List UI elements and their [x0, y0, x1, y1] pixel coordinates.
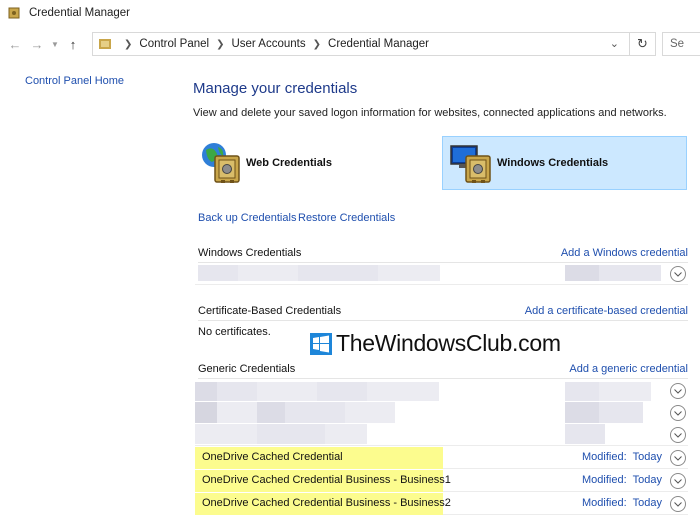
window-title: Credential Manager [29, 7, 131, 19]
windows-credentials-icon [450, 145, 491, 183]
breadcrumb-control-panel[interactable]: Control Panel [139, 38, 209, 50]
forward-arrow-icon[interactable]: → [26, 33, 48, 55]
list-item[interactable] [195, 402, 688, 424]
redacted-block [565, 402, 599, 423]
control-panel-home-link[interactable]: Control Panel Home [25, 75, 124, 87]
windows-club-logo-icon [310, 332, 332, 355]
windows-credentials-heading: Windows Credentials [198, 246, 302, 259]
control-panel-icon [99, 39, 111, 49]
web-credentials-label: Web Credentials [246, 157, 332, 169]
restore-credentials-link[interactable]: Restore Credentials [298, 212, 395, 224]
redacted-block [317, 382, 367, 401]
recent-locations-icon[interactable]: ▼ [48, 33, 62, 55]
up-arrow-icon[interactable]: ↑ [62, 33, 84, 55]
search-input[interactable]: Se [662, 32, 700, 56]
redacted-block [599, 402, 643, 423]
address-bar[interactable]: ❯ Control Panel ❯ User Accounts ❯ Creden… [92, 32, 630, 56]
add-windows-credential-link[interactable]: Add a Windows credential [561, 247, 688, 259]
list-item[interactable]: OneDrive Cached Credential Business - Bu… [195, 493, 688, 515]
expand-chevron-icon[interactable] [670, 383, 686, 399]
redacted-block [195, 382, 217, 401]
expand-chevron-icon[interactable] [670, 473, 686, 489]
redacted-block [195, 424, 257, 444]
redacted-block [257, 402, 285, 423]
generic-credentials-section-header: Generic Credentials Add a generic creden… [198, 359, 688, 379]
page-description: View and delete your saved logon informa… [193, 107, 667, 119]
redacted-block [345, 402, 395, 423]
redacted-block [565, 424, 605, 444]
expand-chevron-icon[interactable] [670, 266, 686, 282]
redacted-block [198, 265, 238, 281]
page-title: Manage your credentials [193, 80, 358, 97]
credential-name: OneDrive Cached Credential [202, 451, 343, 463]
watermark-text: TheWindowsClub.com [336, 330, 561, 356]
redacted-block [378, 265, 440, 281]
redacted-block [238, 265, 298, 281]
credential-name: OneDrive Cached Credential Business - Bu… [202, 497, 451, 509]
redacted-block [565, 382, 599, 401]
back-arrow-icon[interactable]: ← [4, 33, 26, 55]
redacted-block [367, 382, 439, 401]
search-placeholder: Se [670, 38, 685, 50]
certificate-credentials-section-header: Certificate-Based Credentials Add a cert… [198, 301, 688, 321]
redacted-block [195, 402, 217, 423]
add-certificate-credential-link[interactable]: Add a certificate-based credential [525, 305, 688, 317]
expand-chevron-icon[interactable] [670, 496, 686, 512]
web-credentials-icon [202, 143, 240, 183]
expand-chevron-icon[interactable] [670, 450, 686, 466]
redacted-block [565, 265, 599, 281]
redacted-block [298, 265, 378, 281]
breadcrumb-user-accounts[interactable]: User Accounts [231, 38, 305, 50]
list-item[interactable] [195, 424, 688, 446]
redacted-block [257, 424, 325, 444]
generic-credentials-heading: Generic Credentials [198, 362, 296, 375]
list-item[interactable] [195, 263, 688, 285]
breadcrumb-credential-manager[interactable]: Credential Manager [328, 38, 429, 50]
watermark: TheWindowsClub.com [310, 330, 561, 357]
address-dropdown-icon[interactable]: ⌄ [610, 37, 619, 50]
redacted-block [257, 382, 317, 401]
refresh-icon[interactable]: ↻ [630, 32, 656, 56]
no-certificates-text: No certificates. [198, 326, 271, 338]
list-item[interactable]: OneDrive Cached Credential Modified: Toda… [195, 447, 688, 469]
breadcrumb-separator-icon: ❯ [124, 38, 133, 50]
modified-info: Modified: Today [582, 474, 662, 486]
expand-chevron-icon[interactable] [670, 405, 686, 421]
list-item[interactable]: OneDrive Cached Credential Business - Bu… [195, 470, 688, 492]
expand-chevron-icon[interactable] [670, 427, 686, 443]
breadcrumb-separator-icon: ❯ [312, 38, 322, 50]
modified-info: Modified: Today [582, 497, 662, 509]
credential-name: OneDrive Cached Credential Business - Bu… [202, 474, 451, 486]
windows-credentials-label: Windows Credentials [497, 157, 609, 169]
certificate-credentials-heading: Certificate-Based Credentials [198, 304, 342, 317]
redacted-block [599, 265, 661, 281]
redacted-block [325, 424, 367, 444]
backup-credentials-link[interactable]: Back up Credentials [198, 212, 296, 224]
list-item[interactable] [195, 380, 688, 402]
redacted-block [217, 382, 257, 401]
redacted-block [599, 382, 651, 401]
breadcrumb-separator-icon: ❯ [216, 38, 225, 50]
title-bar: Credential Manager [0, 0, 700, 26]
windows-credentials-section-header: Windows Credentials Add a Windows creden… [198, 243, 688, 263]
redacted-block [285, 402, 345, 423]
redacted-block [217, 402, 257, 423]
modified-info: Modified: Today [582, 451, 662, 463]
credential-manager-icon [8, 7, 20, 19]
add-generic-credential-link[interactable]: Add a generic credential [569, 363, 688, 375]
windows-credentials-tile[interactable]: Windows Credentials [442, 136, 687, 190]
web-credentials-tile[interactable]: Web Credentials [198, 136, 428, 190]
navigation-bar: ← → ▼ ↑ ❯ Control Panel ❯ User Accounts … [0, 30, 700, 58]
